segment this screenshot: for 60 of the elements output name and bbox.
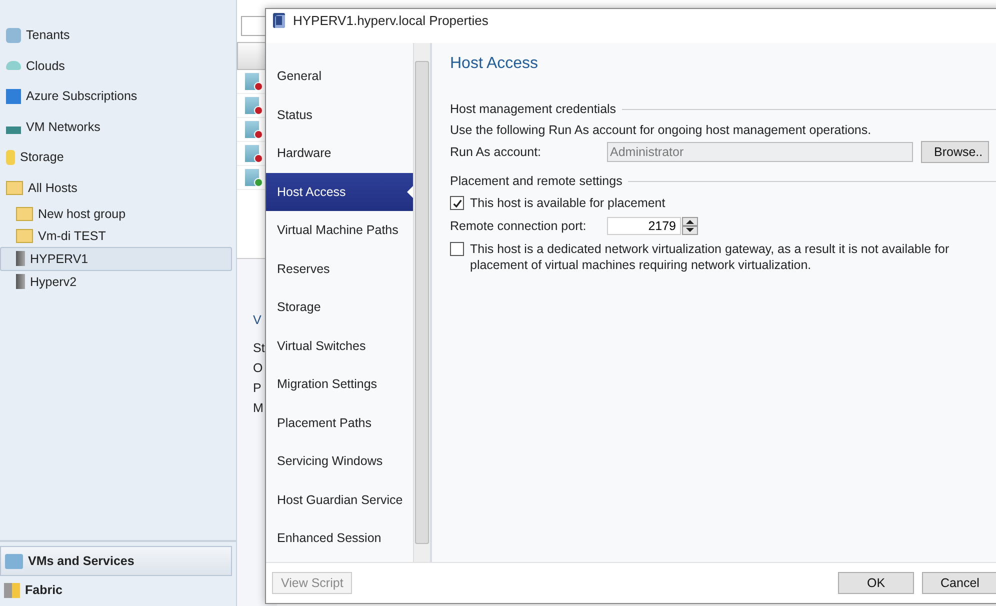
page-tab[interactable]: Enhanced Session [266,519,413,558]
checkbox-label: This host is available for placement [470,196,666,210]
ok-button[interactable]: OK [838,572,914,594]
page-tab[interactable]: Hardware [266,134,413,172]
page-tab[interactable]: General [266,57,413,96]
scrollbar[interactable] [413,43,430,562]
group-label: Host management credentials [450,102,616,116]
navigation-item[interactable]: VM Networks [0,112,232,142]
page-tab[interactable]: Virtual Switches [266,326,413,365]
detail-text: St [253,341,266,356]
detail-text: P [253,381,262,396]
server-icon [16,274,25,289]
page-tab[interactable]: Virtual Machine Paths [266,211,413,250]
page-tab[interactable]: Servicing Windows [266,442,413,480]
navigation-item[interactable]: Azure Subscriptions [0,81,232,112]
workspace-button[interactable]: VMs and Services [0,546,232,576]
page-tab[interactable]: Reserves [266,250,413,288]
page-tab[interactable]: Storage [266,288,413,326]
field-label: Run As account: [450,145,542,159]
port-field[interactable]: 2179 [607,217,681,235]
checkbox-label: This host is a dedicated network virtualization gateway, as a result it is not available for placement of virtual machines requiring network virtualization. [470,241,950,273]
detail-text: V [253,313,262,328]
workspace-button[interactable]: Fabric [0,576,232,604]
tree-item[interactable]: Hyperv2 [0,270,232,292]
description-text: Use the following Run As account for ongoing host management operations. [450,122,872,139]
checkbox[interactable] [450,196,464,210]
page-tab[interactable]: Migration Settings [266,365,413,404]
detail-text: O [253,361,264,376]
group-label: Placement and remote settings [450,174,622,188]
browse-button[interactable]: Browse.. [921,141,989,163]
folder-icon [6,180,23,194]
navigation-item[interactable]: Tenants [0,20,232,50]
spinner-arrows-icon[interactable] [682,217,698,235]
page-tab[interactable]: Placement Paths [266,404,413,442]
navigation-item[interactable]: Storage [0,142,232,172]
run-as-account-field[interactable]: Administrator [607,142,913,162]
cloud-icon [6,61,21,70]
detail-text: M [253,401,264,416]
folder-icon [16,228,33,242]
server-icon [273,12,285,28]
page-heading: Host Access [450,55,540,74]
tree-item[interactable]: HYPERV1 [0,246,232,270]
checkbox[interactable] [450,242,464,256]
tree-item[interactable]: Vm-di TEST [0,224,232,246]
fabric-icon [4,582,20,598]
navigation-item[interactable]: Clouds [0,50,232,81]
folder-icon [16,206,33,220]
server-icon [16,251,25,266]
navigation-item[interactable]: All Hosts [0,172,232,202]
vms-icon [5,554,23,568]
page-tab[interactable]: Status [266,96,413,134]
tree-item[interactable]: New host group [0,202,232,224]
storage-icon [6,150,15,165]
page-tab[interactable]: Host Access [266,172,413,211]
field-label: Remote connection port: [450,219,588,233]
tenants-icon [6,28,21,43]
cancel-button[interactable]: Cancel [922,572,996,594]
azure-icon [6,88,21,104]
page-tab[interactable]: Host Guardian Service [266,480,413,519]
window-title: HYPERV1.hyperv.local Properties [293,12,488,28]
